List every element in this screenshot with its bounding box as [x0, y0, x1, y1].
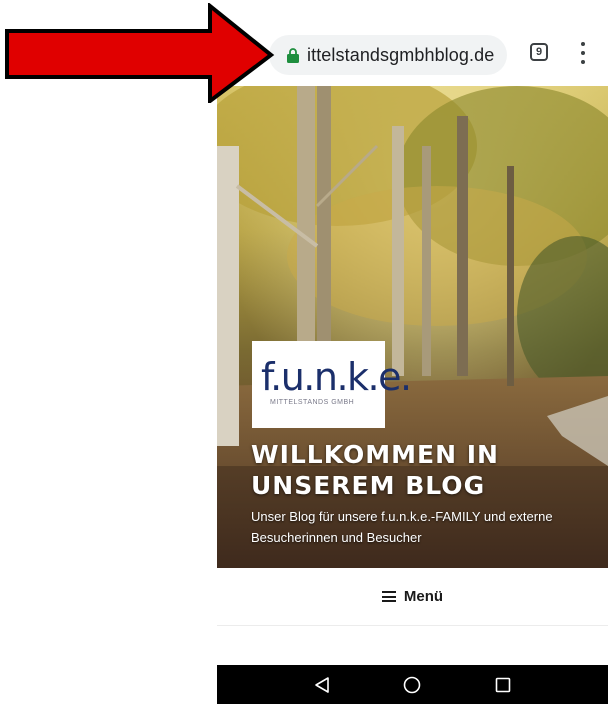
page-title: WILLKOMMEN IN UNSEREM BLOG [251, 440, 499, 500]
hamburger-icon [381, 591, 396, 602]
address-bar[interactable]: ittelstandsgmbhblog.de [269, 35, 507, 75]
tab-switcher-button[interactable]: 9 [530, 43, 548, 61]
android-navigation-bar [217, 665, 608, 704]
more-vert-icon[interactable] [581, 42, 585, 64]
logo-subtext: MITTELSTANDS GMBH [270, 399, 355, 406]
url-text: ittelstandsgmbhblog.de [307, 44, 495, 65]
annotation-area [0, 0, 217, 704]
menu-toggle[interactable]: Menü [217, 568, 608, 626]
recents-icon[interactable] [493, 675, 513, 695]
back-icon[interactable] [312, 675, 332, 695]
logo-wordmark: f.u.n.k.e. [261, 355, 412, 399]
funke-logo[interactable]: f.u.n.k.e. MITTELSTANDS GMBH [252, 341, 412, 428]
browser-toolbar: ittelstandsgmbhblog.de 9 [217, 0, 608, 86]
menu-label: Menü [403, 588, 444, 605]
phone-screen: ittelstandsgmbhblog.de 9 f.u.n.k.e. MITT… [217, 0, 608, 704]
hero-image: f.u.n.k.e. MITTELSTANDS GMBH WILLKOMMEN … [217, 86, 608, 568]
lock-icon [287, 47, 299, 63]
site-tagline: Unser Blog für unsere f.u.n.k.e.-FAMILY … [251, 509, 553, 545]
home-icon[interactable] [402, 675, 422, 695]
arrow-right-icon [5, 3, 275, 103]
